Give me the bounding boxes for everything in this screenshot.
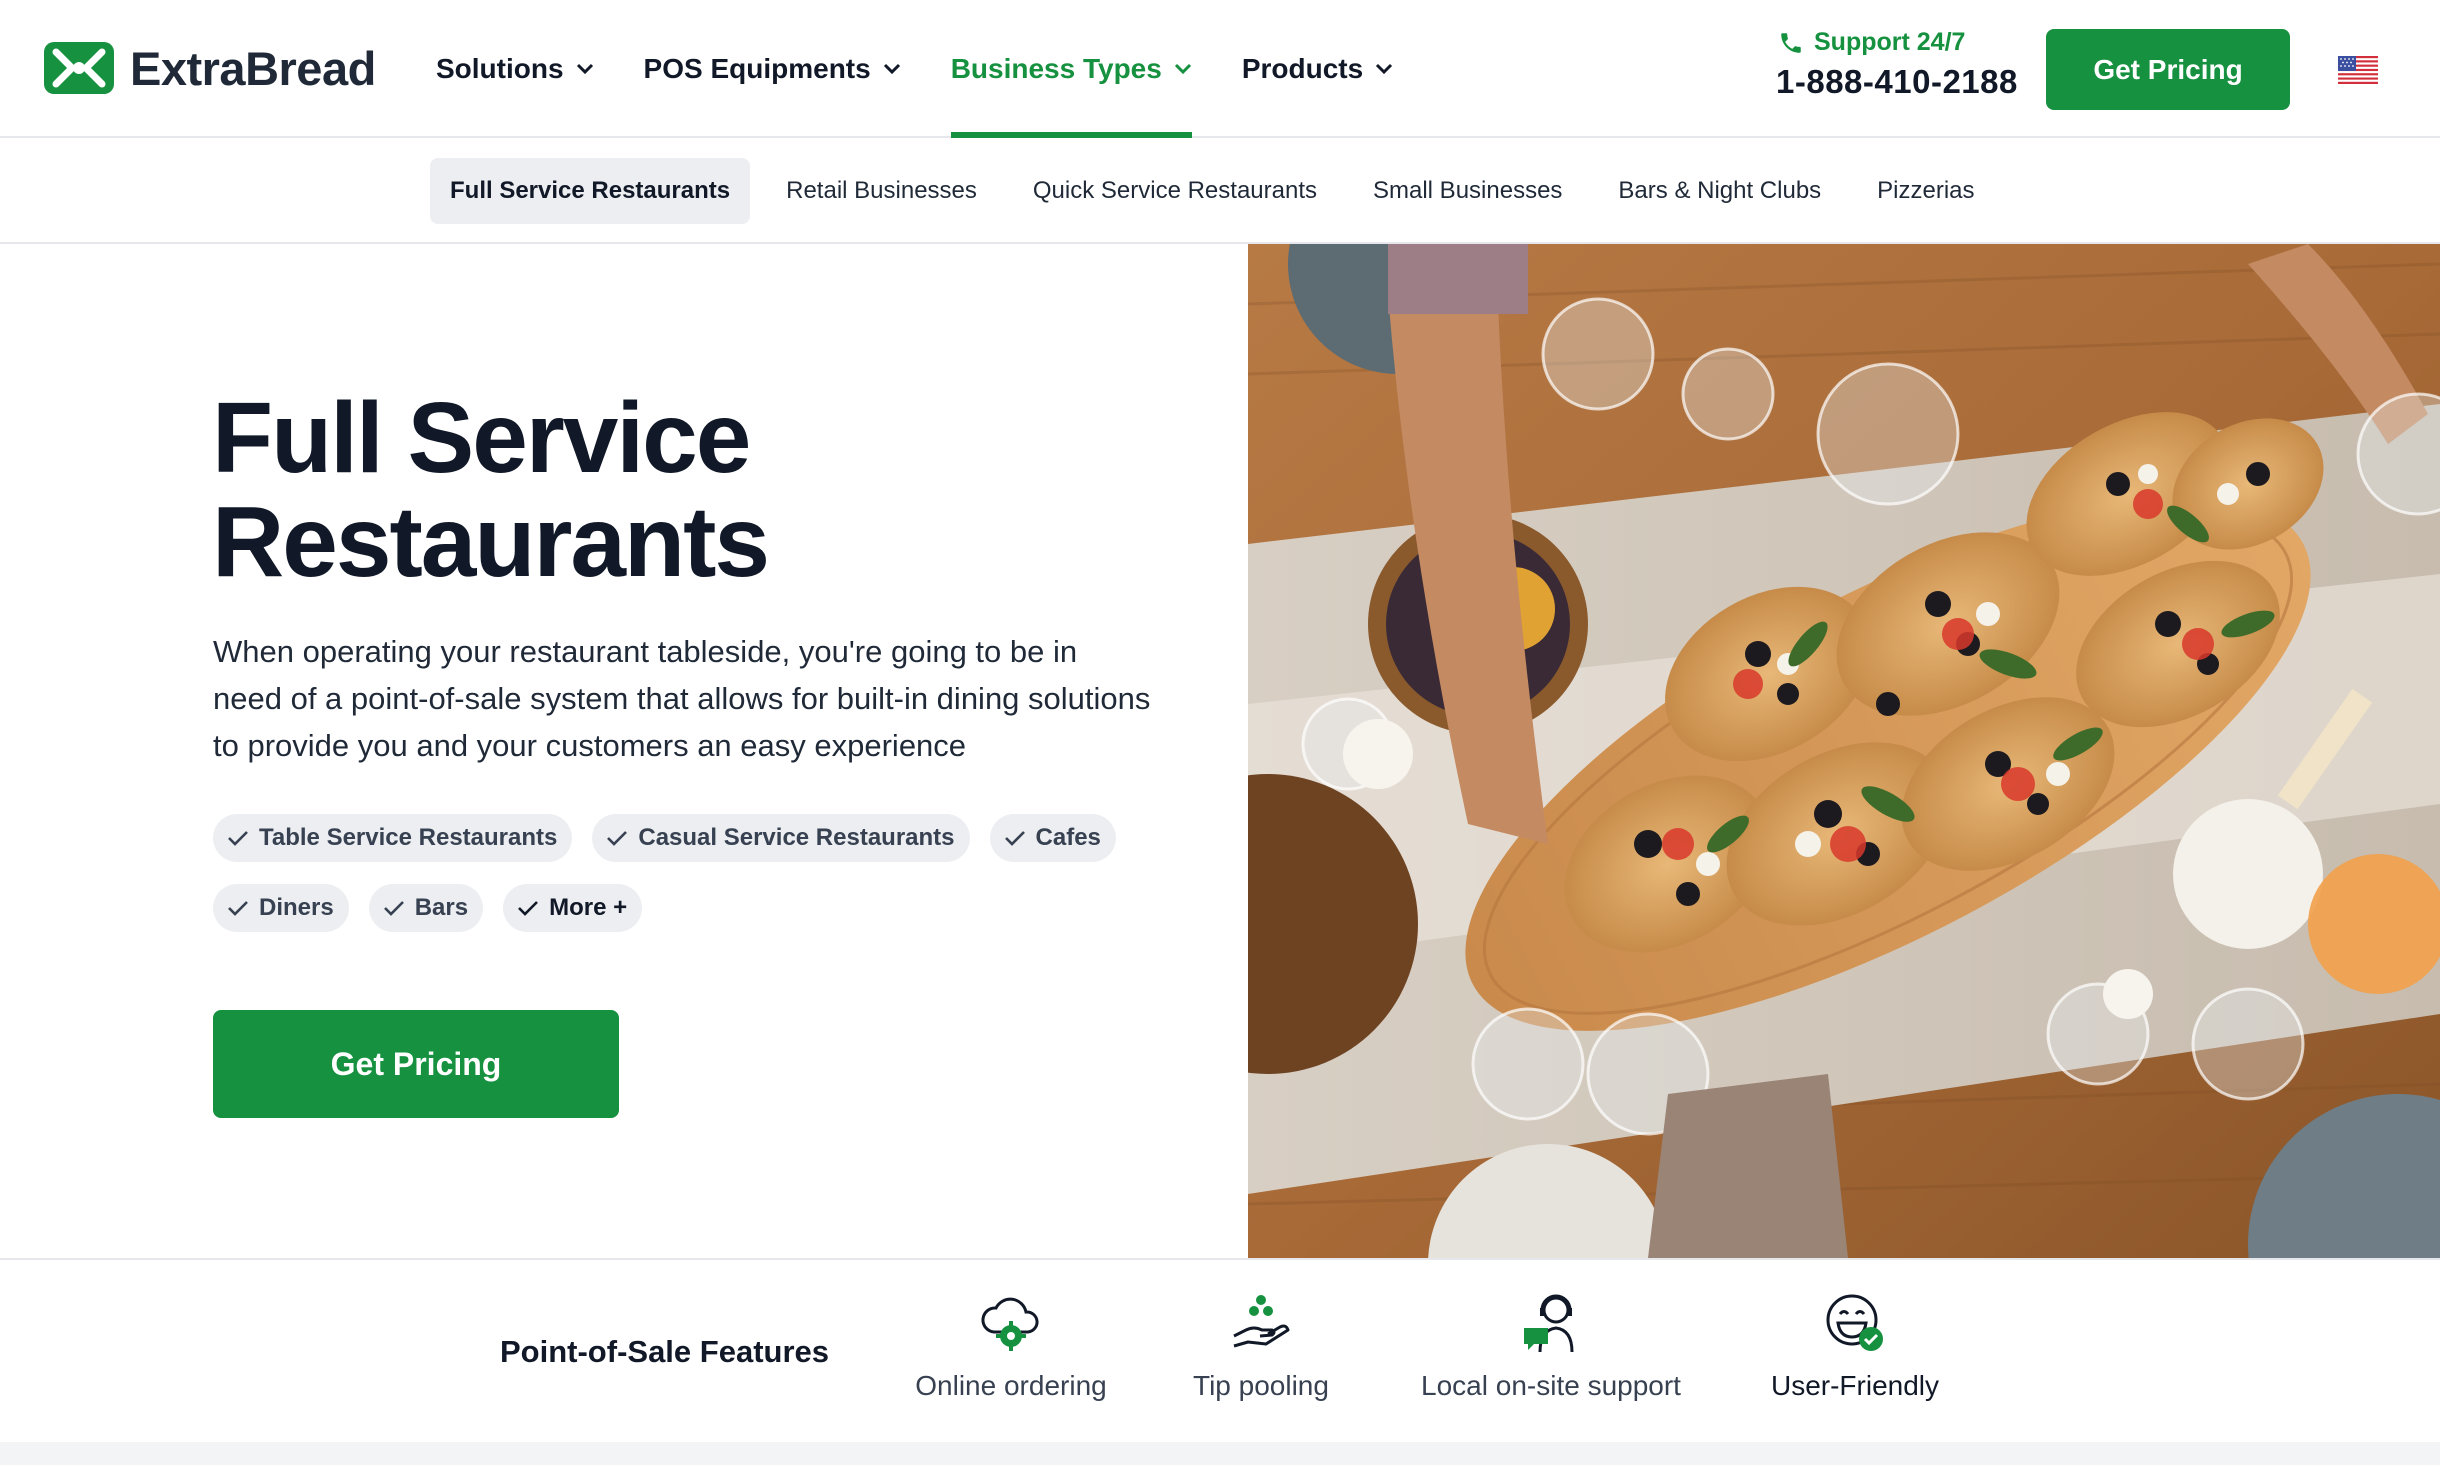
nav-item-business-types[interactable]: Business Types (950, 0, 1192, 138)
check-icon (383, 901, 404, 916)
brand-name: ExtraBread (130, 41, 376, 95)
chip-bars[interactable]: Bars (368, 884, 484, 932)
chip-label: Casual Service Restaurants (638, 824, 955, 851)
page-bottom-strip (0, 1442, 2440, 1465)
nav-item-label: Business Types (950, 53, 1162, 84)
subnav-item-full-service-restaurants[interactable]: Full Service Restaurants (430, 158, 751, 224)
get-pricing-button-header[interactable]: Get Pricing (2046, 29, 2290, 110)
us-flag-icon[interactable] (2338, 56, 2378, 84)
features-title: Point-of-Sale Features (500, 1334, 829, 1369)
nav-item-label: Solutions (436, 53, 564, 84)
support-label-row: Support 24/7 (1778, 28, 2018, 57)
page-title-line2: Restaurants (212, 486, 770, 598)
chip-table-service-restaurants[interactable]: Table Service Restaurants (213, 814, 573, 862)
cloud-gear-icon (981, 1297, 1039, 1351)
chip-label: Cafes (1035, 824, 1101, 851)
hero-photo (1248, 244, 2440, 1258)
chip-label: Diners (259, 894, 334, 921)
nav-item-solutions[interactable]: Solutions (436, 0, 594, 138)
check-icon (228, 831, 248, 846)
nav-item-label: Products (1241, 53, 1364, 84)
chevron-down-icon (1174, 63, 1191, 75)
business-type-chips: Table Service Restaurants Casual Service… (213, 814, 1193, 932)
phone-icon (1781, 32, 1801, 53)
page-title-line1: Full Service (212, 382, 751, 494)
nav-item-pos-equipments[interactable]: POS Equipments (644, 0, 901, 138)
chip-label: Table Service Restaurants (259, 824, 558, 851)
feature-user-friendly: User-Friendly (1705, 1290, 2005, 1402)
chip-diners[interactable]: Diners (213, 884, 349, 932)
feature-label: User-Friendly (1770, 1370, 1940, 1401)
hand-coins-icon (1233, 1295, 1290, 1348)
logo[interactable]: ExtraBread (42, 40, 376, 96)
check-icon (518, 901, 538, 916)
site-header: ExtraBread Solutions POS Equipments Busi… (0, 0, 2440, 138)
extrabread-logo-icon (44, 42, 114, 94)
chevron-down-icon (883, 63, 900, 75)
subnav-list: Full Service Restaurants Retail Business… (430, 158, 2011, 224)
feature-label: Tip pooling (1193, 1370, 1329, 1401)
feature-label: Online ordering (915, 1370, 1107, 1401)
support-agent-icon (1524, 1294, 1574, 1353)
business-types-subnav: Full Service Restaurants Retail Business… (0, 138, 2440, 244)
nav-item-label: POS Equipments (643, 53, 871, 84)
chip-label: More + (549, 894, 628, 921)
support-phone-number[interactable]: 1-888-410-2188 (1776, 63, 2018, 101)
subnav-item-bars-night-clubs[interactable]: Bars & Night Clubs (1598, 158, 1841, 224)
check-icon (228, 901, 248, 916)
hero-image (1248, 244, 2440, 1258)
subnav-item-retail-businesses[interactable]: Retail Businesses (766, 158, 997, 224)
subnav-item-small-businesses[interactable]: Small Businesses (1353, 158, 1582, 224)
check-icon (1004, 831, 1025, 846)
support-label: Support 24/7 (1814, 28, 1966, 56)
hero-description: When operating your restaurant tableside… (213, 634, 1151, 763)
chip-more[interactable]: More + (503, 884, 643, 932)
hero-section: Full Service Restaurants When operating … (0, 244, 1248, 1258)
chip-cafes[interactable]: Cafes (989, 814, 1116, 862)
main-nav: Solutions POS Equipments Business Types … (436, 0, 1443, 138)
smiley-check-icon (1826, 1294, 1883, 1351)
check-icon (607, 831, 628, 846)
page-title: Full Service Restaurants (212, 386, 1112, 594)
chip-label: Bars (414, 894, 469, 921)
pos-features-bar: Point-of-Sale Features Online ordering T… (0, 1258, 2440, 1442)
chevron-down-icon (576, 63, 593, 75)
subnav-item-pizzerias[interactable]: Pizzerias (1857, 158, 1994, 224)
chip-casual-service-restaurants[interactable]: Casual Service Restaurants (592, 814, 970, 862)
subnav-item-quick-service-restaurants[interactable]: Quick Service Restaurants (1013, 158, 1337, 224)
support-contact[interactable]: Support 24/7 1-888-410-2188 (1776, 28, 2018, 101)
feature-label: Local on-site support (1421, 1370, 1681, 1401)
chevron-down-icon (1376, 63, 1393, 75)
nav-item-products[interactable]: Products (1242, 0, 1393, 138)
feature-local-on-site-support: Local on-site support (1401, 1290, 1701, 1402)
get-pricing-button-hero[interactable]: Get Pricing (213, 1010, 619, 1118)
feature-tip-pooling: Tip pooling (1111, 1290, 1411, 1402)
